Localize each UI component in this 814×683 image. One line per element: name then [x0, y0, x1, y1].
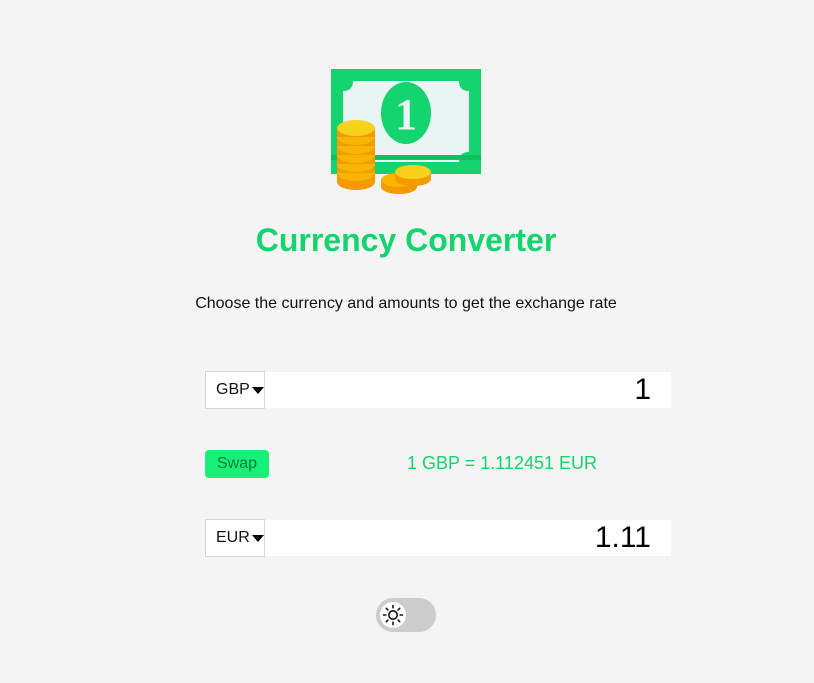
exchange-rate-text: 1 GBP = 1.112451 EUR [407, 453, 597, 473]
from-currency-row: GBP [205, 371, 671, 409]
theme-toggle[interactable] [376, 598, 436, 632]
sun-icon [382, 604, 404, 626]
to-amount-input[interactable] [265, 520, 671, 556]
from-amount-input[interactable] [265, 372, 671, 408]
currency-converter-page: 1 Currency Converter Choose the currency… [0, 0, 814, 683]
to-currency-code: EUR [216, 529, 250, 546]
from-currency-code: GBP [216, 381, 250, 398]
toggle-knob [380, 602, 406, 628]
to-currency-row: EUR [205, 519, 671, 557]
page-subtitle: Choose the currency and amounts to get t… [195, 295, 617, 312]
money-bill-with-coins-icon: 1 [331, 69, 481, 194]
page-title: Currency Converter [255, 222, 557, 258]
logo-digit: 1 [395, 90, 417, 139]
to-currency-select[interactable]: EUR [205, 519, 265, 557]
caret-down-icon [252, 535, 264, 542]
swap-button[interactable]: Swap [205, 450, 269, 478]
caret-down-icon [252, 387, 264, 394]
from-currency-select[interactable]: GBP [205, 371, 265, 409]
